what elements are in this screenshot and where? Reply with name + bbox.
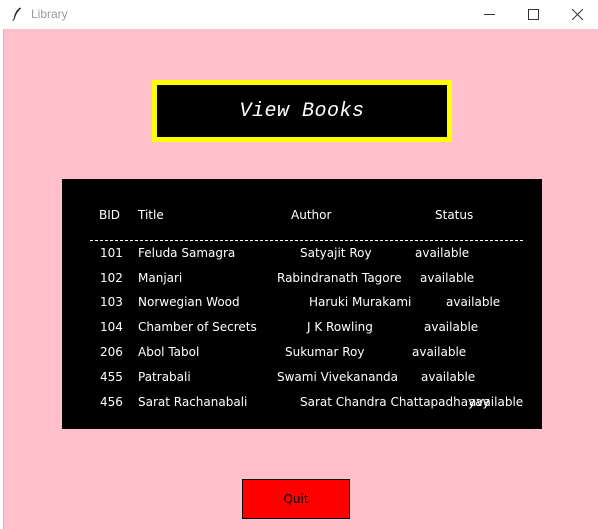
table-cell-author: Sarat Chandra Chattapadhayay	[300, 395, 490, 409]
table-cell-author: Swami Vivekananda	[277, 370, 399, 384]
quit-button-label: Quit	[283, 492, 309, 506]
table-cell-title: Manjari	[138, 271, 183, 285]
feather-icon	[12, 7, 22, 21]
table-cell-status: available	[412, 345, 467, 359]
header-bid: BID	[99, 208, 121, 222]
table-cell-title: Patrabali	[138, 370, 191, 384]
maximize-icon	[527, 9, 539, 20]
close-icon	[571, 9, 583, 20]
table-cell-author: Satyajit Roy	[300, 246, 372, 260]
table-cell-bid: 455	[100, 370, 123, 384]
table-cell-author: Haruki Murakami	[309, 295, 412, 309]
table-cell-status: available	[421, 370, 476, 384]
close-button[interactable]	[554, 0, 598, 29]
table-cell-bid: 104	[100, 320, 123, 334]
table-cell-title: Sarat Rachanabali	[138, 395, 248, 409]
quit-button[interactable]: Quit	[242, 479, 350, 519]
header-divider	[90, 240, 523, 241]
window-title: Library	[31, 7, 68, 21]
table-cell-status: available	[469, 395, 524, 409]
table-cell-bid: 102	[100, 271, 123, 285]
table-cell-author: Sukumar Roy	[285, 345, 365, 359]
table-cell-status: available	[415, 246, 470, 260]
table-cell-title: Chamber of Secrets	[138, 320, 257, 334]
maximize-button[interactable]	[510, 0, 556, 29]
heading-frame: View Books	[152, 80, 452, 142]
table-cell-status: available	[424, 320, 479, 334]
page-title: View Books	[239, 99, 365, 123]
table-cell-title: Norwegian Wood	[138, 295, 240, 309]
table-cell-title: Feluda Samagra	[138, 246, 236, 260]
table-cell-status: available	[420, 271, 475, 285]
window-titlebar[interactable]: Library	[0, 0, 598, 29]
table-cell-bid: 103	[100, 295, 123, 309]
table-cell-author: J K Rowling	[307, 320, 373, 334]
table-cell-author: Rabindranath Tagore	[277, 271, 402, 285]
table-cell-title: Abol Tabol	[138, 345, 200, 359]
header-status: Status	[435, 208, 474, 222]
header-title: Title	[138, 208, 164, 222]
minimize-button[interactable]	[466, 0, 512, 29]
table-cell-status: available	[446, 295, 501, 309]
table-cell-bid: 101	[100, 246, 123, 260]
table-cell-bid: 456	[100, 395, 123, 409]
header-author: Author	[291, 208, 332, 222]
minimize-icon	[483, 14, 495, 15]
table-cell-bid: 206	[100, 345, 123, 359]
